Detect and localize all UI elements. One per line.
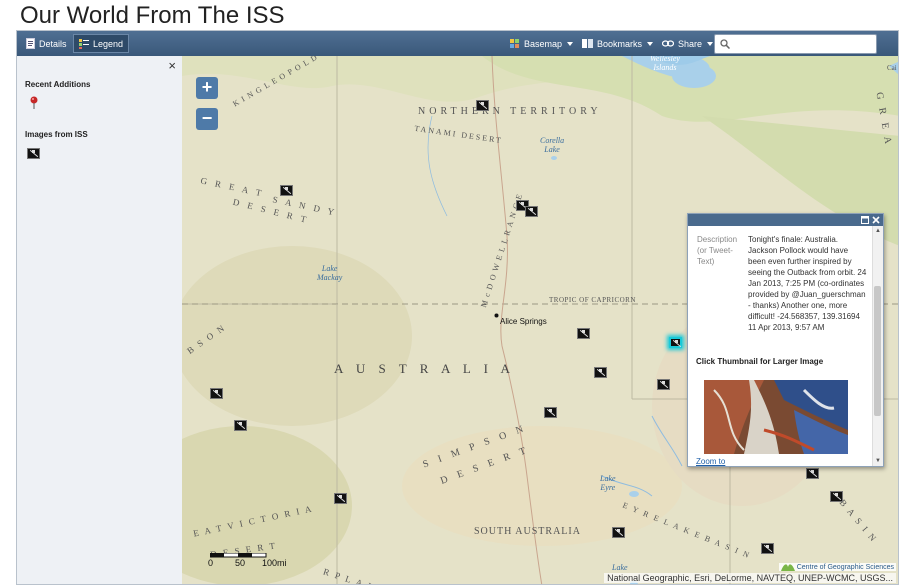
basemap-label: Basemap bbox=[524, 38, 563, 49]
chevron-down-icon bbox=[707, 41, 714, 46]
iss-image-marker[interactable] bbox=[612, 527, 625, 538]
description-field-label: Description (or Tweet- Text) bbox=[697, 235, 738, 266]
search-input[interactable] bbox=[733, 36, 877, 54]
share-button[interactable]: Share bbox=[657, 34, 718, 53]
map-label-right-cai: Cai bbox=[887, 64, 897, 72]
chevron-down-icon bbox=[647, 41, 654, 46]
details-label: Details bbox=[39, 38, 67, 49]
map-label-south-australia: SOUTH AUSTRALIA bbox=[474, 526, 581, 537]
map-label-wellesley: Wellesley Islands bbox=[650, 56, 680, 72]
map-label-lake-small: Lake bbox=[612, 563, 628, 572]
close-icon[interactable] bbox=[872, 216, 880, 224]
app-frame: Details Legend Basemap Bookmarks Share ×… bbox=[16, 30, 899, 585]
iss-image-marker[interactable] bbox=[334, 493, 347, 504]
chevron-down-icon bbox=[567, 41, 574, 46]
basemap-button[interactable]: Basemap bbox=[505, 34, 578, 53]
zoom-in-button[interactable]: + bbox=[196, 77, 218, 99]
logo-text: Centre of Geographic Sciences bbox=[796, 563, 894, 571]
iss-image-marker[interactable] bbox=[806, 468, 819, 479]
city-dot-icon bbox=[494, 313, 499, 318]
close-icon[interactable]: × bbox=[168, 58, 176, 73]
map-label-lake-eyre: Lake Eyre bbox=[600, 474, 616, 492]
map-label-tropic: TROPIC OF CAPRICORN bbox=[549, 296, 636, 304]
iss-image-marker[interactable] bbox=[476, 100, 489, 111]
images-heading: Images from ISS bbox=[25, 130, 88, 139]
toolbar: Details Legend Basemap Bookmarks Share bbox=[17, 31, 898, 56]
link-icon bbox=[662, 40, 674, 47]
zoom-out-button[interactable]: − bbox=[196, 108, 218, 130]
iss-image-marker[interactable] bbox=[544, 407, 557, 418]
scale-label-50: 50 bbox=[235, 558, 246, 568]
map-label-corella: Corella Lake bbox=[540, 136, 565, 154]
search-box bbox=[714, 34, 877, 54]
iss-image-marker[interactable] bbox=[525, 206, 538, 217]
scroll-down-icon[interactable]: ▼ bbox=[875, 458, 881, 464]
document-icon bbox=[26, 38, 35, 49]
bookmarks-button[interactable]: Bookmarks bbox=[577, 34, 658, 53]
legend-button[interactable]: Legend bbox=[73, 34, 130, 53]
zoom-to-link[interactable]: Zoom to bbox=[696, 457, 725, 466]
info-popup: Description (or Tweet- Text) Tonight's f… bbox=[687, 213, 884, 467]
map-label-alice-springs: Alice Springs bbox=[500, 317, 547, 326]
app-title: Our World From The ISS bbox=[20, 2, 285, 29]
iss-image-marker[interactable] bbox=[830, 491, 843, 502]
details-button[interactable]: Details bbox=[21, 34, 72, 53]
map-label-lake-mackay: Lake Mackay bbox=[317, 264, 343, 282]
iss-image-marker[interactable] bbox=[594, 367, 607, 378]
pushpin-icon bbox=[30, 96, 38, 109]
popup-content: Description (or Tweet- Text) Tonight's f… bbox=[688, 226, 873, 466]
popup-scrollbar[interactable]: ▲ ▼ bbox=[872, 226, 883, 466]
description-value: Tonight's finale: Australia. Jackson Pol… bbox=[748, 235, 867, 332]
recent-additions-heading: Recent Additions bbox=[25, 80, 91, 89]
iss-image-marker[interactable] bbox=[280, 185, 293, 196]
maximize-icon[interactable] bbox=[861, 216, 869, 224]
map-label-australia: A U S T R A L I A bbox=[334, 361, 515, 376]
legend-icon bbox=[79, 38, 89, 49]
legend-panel: × Recent Additions Images from ISS bbox=[17, 56, 183, 584]
iss-image-marker[interactable] bbox=[210, 388, 223, 399]
basemap-icon bbox=[510, 38, 519, 48]
logo: Centre of Geographic Sciences bbox=[778, 563, 896, 571]
legend-label: Legend bbox=[93, 38, 124, 49]
bookmarks-label: Bookmarks bbox=[597, 38, 643, 49]
search-icon bbox=[720, 39, 730, 49]
scrollbar-thumb[interactable] bbox=[874, 286, 881, 416]
iss-image-marker[interactable] bbox=[761, 543, 774, 554]
scale-label-100mi: 100mi bbox=[262, 558, 287, 568]
thumbnail-caption: Click Thumbnail for Larger Image bbox=[696, 357, 824, 366]
popup-header bbox=[688, 214, 883, 226]
scroll-up-icon[interactable]: ▲ bbox=[875, 228, 881, 234]
map-label-northern-territory: NORTHERN TERRITORY bbox=[418, 106, 602, 117]
iss-image-legend-icon bbox=[27, 148, 40, 159]
iss-image-marker[interactable] bbox=[577, 328, 590, 339]
selected-iss-image-marker[interactable] bbox=[669, 337, 682, 348]
share-label: Share bbox=[678, 38, 703, 49]
bookmark-icon bbox=[582, 39, 593, 48]
scale-label-0: 0 bbox=[208, 558, 214, 568]
iss-photo-thumbnail[interactable] bbox=[704, 380, 848, 454]
iss-image-marker[interactable] bbox=[657, 379, 670, 390]
logo-icon bbox=[780, 564, 795, 571]
iss-image-marker[interactable] bbox=[234, 420, 247, 431]
map-attribution: National Geographic, Esri, DeLorme, NAVT… bbox=[604, 573, 896, 583]
